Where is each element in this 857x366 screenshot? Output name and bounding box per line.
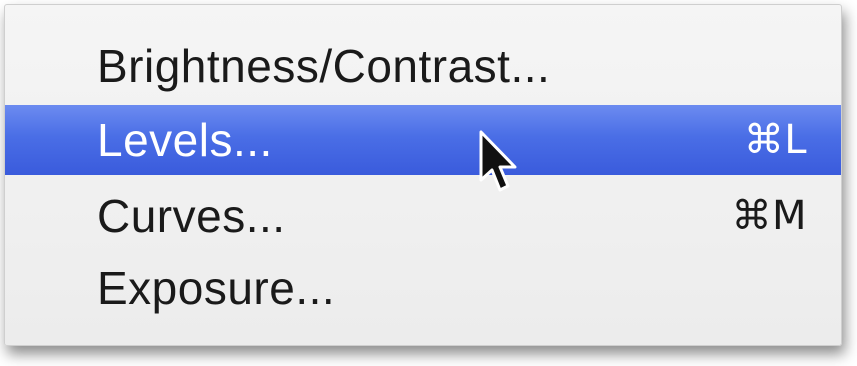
menu-item-levels[interactable]: Levels... ⌘L <box>5 105 841 175</box>
keyboard-shortcut: ⌘M <box>731 193 807 239</box>
menu-item-label: Exposure... <box>97 262 336 314</box>
keyboard-shortcut: ⌘L <box>743 117 807 163</box>
menu-item-label: Levels... <box>97 114 273 166</box>
menu-item-curves[interactable]: Curves... ⌘M <box>5 183 841 249</box>
menu-item-label: Curves... <box>97 190 286 242</box>
menu-item-brightness-contrast[interactable]: Brightness/Contrast... <box>5 33 841 99</box>
adjustments-dropdown-menu: Brightness/Contrast... Levels... ⌘L Curv… <box>4 4 842 346</box>
menu-item-exposure[interactable]: Exposure... <box>5 255 841 321</box>
menu-item-label: Brightness/Contrast... <box>97 40 551 92</box>
